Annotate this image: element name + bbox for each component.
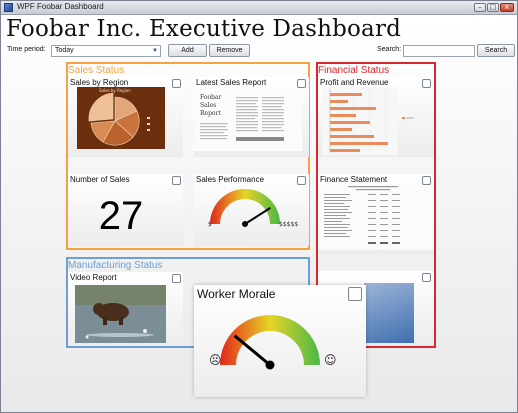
tile-sales-by-region[interactable]: Sales by Region Sales by Region [68,77,183,157]
tile-finance-statement[interactable]: Finance Statement [318,174,434,254]
sales-status-title: Sales Status [68,65,125,76]
manufacturing-status-title: Manufacturing Status [68,260,163,271]
tile-title: Video Report [70,273,117,282]
time-period-label: Time period: [7,46,46,53]
search-input[interactable] [403,45,475,57]
chevron-down-icon: ▼ [152,48,158,54]
minimize-button[interactable]: – [474,3,486,12]
tile-select-checkbox[interactable] [297,79,306,88]
tile-select-checkbox[interactable] [172,79,181,88]
tile-title: Sales by Region [70,78,129,87]
search-button[interactable]: Search [477,44,515,57]
close-button[interactable]: x [500,3,514,12]
tile-title: Finance Statement [320,175,388,184]
tile-sales-performance[interactable]: Sales Performance $ $$$$$ [194,174,309,246]
video-frame-image [75,285,166,343]
tile-select-checkbox[interactable] [172,274,181,283]
search-label: Search: [377,46,402,53]
worker-morale-gauge [220,315,320,370]
client-area: Foobar Inc. Executive Dashboard Time per… [1,16,517,412]
remove-button[interactable]: Remove [209,44,250,57]
tile-select-checkbox[interactable] [422,79,431,88]
app-icon [4,3,13,12]
video-player[interactable] [75,285,166,343]
tile-number-of-sales[interactable]: Number of Sales 27 [68,174,183,246]
happy-face-icon: ☺ [324,353,337,367]
tile-worker-morale[interactable]: Worker Morale ☹ ☺ [194,285,366,397]
tile-select-checkbox[interactable] [172,176,181,185]
time-period-select[interactable]: Today ▼ [51,45,161,57]
tile-select-checkbox[interactable] [422,176,431,185]
tile-profit-and-revenue[interactable]: Profit and Revenue [318,77,434,157]
gauge-min-label: $ [208,221,212,228]
window-title: WPF Foobar Dashboard [17,2,104,11]
sad-face-icon: ☹ [209,353,222,367]
tile-select-checkbox[interactable] [422,273,431,282]
page-title: Foobar Inc. Executive Dashboard [6,16,402,42]
sales-performance-gauge [210,189,280,227]
app-window: WPF Foobar Dashboard – □ x Foobar Inc. E… [0,0,518,413]
gauge-needle [233,334,271,367]
gauge-needle [244,207,271,225]
financial-status-title: Financial Status [318,65,390,76]
finance-statement-preview [318,184,434,250]
title-bar: WPF Foobar Dashboard – □ x [1,1,517,15]
sales-count-value: 27 [98,194,144,238]
financial-chart-preview [364,283,414,343]
profit-revenue-chart [322,87,414,155]
tile-title: Latest Sales Report [196,78,267,87]
report-text-lines [200,97,284,141]
gauge-hub [242,221,248,227]
tile-title: Profit and Revenue [320,78,389,87]
gauge-hub [265,360,275,370]
maximize-button[interactable]: □ [487,3,499,12]
add-button[interactable]: Add [168,44,207,57]
pie-chart-graphic [88,92,150,146]
tile-title: Number of Sales [70,175,130,184]
tile-video-report[interactable]: Video Report [68,272,183,346]
time-period-value: Today [55,47,74,54]
gauge-max-label: $$$$$ [279,221,299,228]
sales-by-region-chart: Sales by Region [77,87,165,149]
tile-select-checkbox[interactable] [297,176,306,185]
tile-latest-sales-report[interactable]: Latest Sales Report Foobar Sales Report [194,77,309,157]
sales-report-preview: Foobar Sales Report [194,87,302,151]
